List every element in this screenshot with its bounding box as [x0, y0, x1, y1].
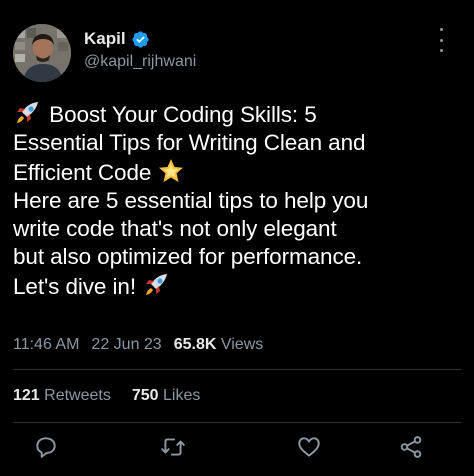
divider [13, 369, 461, 370]
retweets-stat[interactable]: 121 Retweets [13, 387, 111, 404]
views-label: Views [220, 336, 264, 353]
likes-count: 750 [131, 387, 159, 404]
rocket-icon [146, 273, 168, 295]
tweet-text: Boost Your Coding Skills: 5 Essential Ti… [13, 100, 463, 301]
tweet-meta: 11:46 AM 22 Jun 23 65.8K Views [13, 336, 263, 354]
name-row: Kapil [84, 29, 150, 49]
handle[interactable]: @kapil_rijhwani [84, 53, 196, 71]
tweet-line: Here are 5 essential tips to help you [13, 187, 369, 213]
tweet-line: but also optimized for performance. [13, 244, 363, 270]
rocket-icon [17, 102, 38, 123]
avatar[interactable] [13, 24, 71, 82]
verified-badge-icon [131, 30, 149, 48]
likes-label: Likes [163, 387, 201, 404]
like-icon[interactable] [296, 434, 322, 460]
retweet-icon[interactable] [160, 434, 186, 460]
share-icon[interactable] [398, 434, 424, 460]
tweet-line: Efficient Code [13, 158, 463, 187]
retweets-count: 121 [13, 387, 40, 404]
divider [13, 422, 461, 423]
more-options-icon[interactable] [432, 28, 450, 52]
tweet-line: write code that's not only elegant [13, 216, 337, 242]
tweet-header: Kapil @kapil_rijhwani [0, 0, 474, 90]
retweets-label: Retweets [44, 387, 111, 404]
tweet-line: Let's dive in! [13, 272, 463, 301]
action-bar [0, 430, 474, 470]
tweet-time[interactable]: 11:46 AM [13, 336, 79, 353]
tweet-stats: 121 Retweets 750 Likes [13, 387, 200, 405]
glowing-star-icon [159, 158, 184, 182]
views-count: 65.8K [173, 336, 217, 353]
tweet-line: Boost Your Coding Skills: 5 [13, 100, 463, 129]
tweet-date[interactable]: 22 Jun 23 [91, 336, 161, 353]
display-name[interactable]: Kapil [84, 29, 126, 49]
reply-icon[interactable] [33, 434, 59, 460]
tweet-line: Essential Tips for Writing Clean and [13, 130, 366, 156]
likes-stat[interactable]: 750 Likes [132, 387, 201, 404]
